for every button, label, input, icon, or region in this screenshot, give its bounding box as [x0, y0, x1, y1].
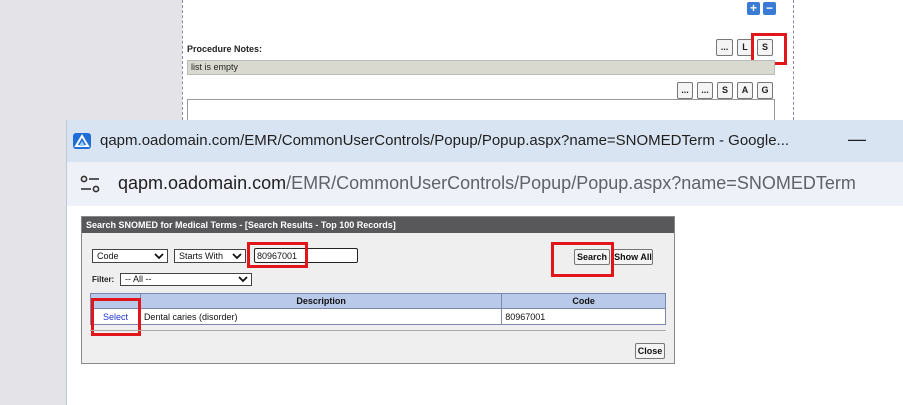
column-header-code[interactable]: Code: [501, 293, 666, 309]
url-host: qapm.oadomain.com: [118, 173, 287, 193]
url-text[interactable]: qapm.oadomain.com/EMR/CommonUserControls…: [118, 173, 856, 194]
chevron-down-icon: [238, 276, 248, 283]
expand-plus-icon[interactable]: +: [747, 2, 760, 15]
url-path: /EMR/CommonUserControls/Popup/Popup.aspx…: [286, 173, 856, 193]
site-settings-icon[interactable]: [80, 175, 100, 193]
minimize-button[interactable]: —: [844, 128, 870, 152]
row-description: Dental caries (disorder): [139, 308, 503, 325]
filter-label: Filter:: [92, 275, 115, 284]
notes-textarea[interactable]: [187, 99, 775, 120]
field-select-value: Code: [97, 251, 119, 261]
filter-select-value: -- All --: [125, 274, 152, 284]
address-bar: qapm.oadomain.com/EMR/CommonUserControls…: [67, 162, 903, 206]
background-right-area: [794, 0, 903, 120]
popup-window: qapm.oadomain.com/EMR/CommonUserControls…: [66, 120, 903, 405]
row-code: 80967001: [501, 308, 666, 325]
collapse-minus-icon[interactable]: −: [763, 2, 776, 15]
close-button[interactable]: Close: [635, 343, 665, 359]
table-row: Select Dental caries (disorder) 80967001: [90, 308, 666, 325]
results-table: Description Code Select Dental caries (d…: [90, 293, 666, 325]
snomed-panel-header: Search SNOMED for Medical Terms - [Searc…: [82, 217, 674, 233]
app-logo-icon: [73, 133, 91, 149]
row2-g-button[interactable]: G: [757, 82, 773, 99]
match-type-select[interactable]: Starts With: [174, 249, 246, 263]
window-title: qapm.oadomain.com/EMR/CommonUserControls…: [100, 132, 790, 149]
procedure-notes-label: Procedure Notes:: [187, 44, 263, 54]
procedure-notes-list: list is empty: [187, 60, 775, 75]
chevron-down-icon: [154, 253, 164, 260]
highlight-search-button-box: [551, 242, 614, 277]
chevron-down-icon: [232, 253, 242, 260]
table-header-row: Description Code: [90, 293, 666, 309]
row2-a-button[interactable]: A: [737, 82, 753, 99]
notes-ellipsis-button[interactable]: ...: [716, 39, 733, 56]
row2-ellipsis-button-2[interactable]: ...: [697, 82, 713, 99]
match-type-value: Starts With: [179, 251, 224, 261]
row2-ellipsis-button-1[interactable]: ...: [677, 82, 693, 99]
window-titlebar: qapm.oadomain.com/EMR/CommonUserControls…: [67, 120, 903, 162]
column-header-description[interactable]: Description: [139, 293, 503, 309]
field-select[interactable]: Code: [92, 249, 168, 263]
table-divider: [90, 330, 666, 331]
highlight-search-input-box: [247, 242, 308, 268]
filter-select[interactable]: -- All --: [120, 273, 252, 286]
row2-s-button[interactable]: S: [717, 82, 733, 99]
show-all-button[interactable]: Show All: [613, 249, 653, 265]
snomed-search-panel: Search SNOMED for Medical Terms - [Searc…: [81, 216, 675, 364]
